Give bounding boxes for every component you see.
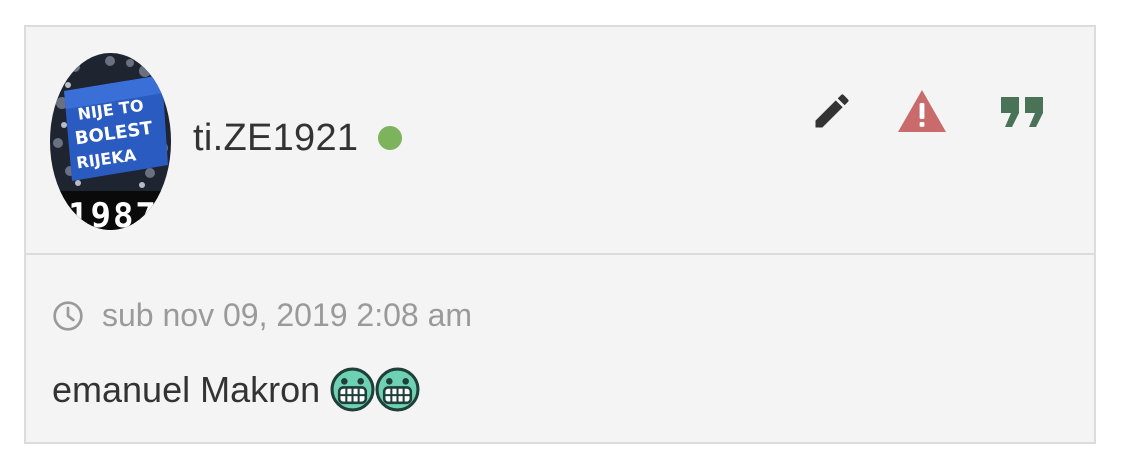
report-button[interactable] [898, 87, 946, 135]
clock-icon [53, 300, 83, 331]
avatar-image: NIJE TO BOLEST RIJEKA 1987 [50, 53, 171, 230]
post-timestamp: sub nov 09, 2019 2:08 am [102, 297, 473, 333]
username[interactable]: ti.ZE1921 [193, 117, 358, 160]
pencil-icon [815, 94, 849, 128]
quote-button[interactable] [998, 87, 1046, 135]
quote-icon [1001, 97, 1043, 127]
post-content: emanuel Makron [52, 367, 420, 412]
post-meta: sub nov 09, 2019 2:08 am [52, 297, 472, 334]
smilies [330, 367, 420, 412]
post-card: NIJE TO BOLEST RIJEKA 1987 ti.ZE1921 sub… [24, 25, 1096, 444]
edit-button[interactable] [808, 87, 856, 135]
post-header: NIJE TO BOLEST RIJEKA 1987 ti.ZE1921 [26, 27, 1094, 255]
warning-icon [898, 90, 946, 132]
grin-smiley-icon [330, 367, 375, 412]
post-body: sub nov 09, 2019 2:08 am emanuel Makron [26, 255, 1094, 442]
avatar[interactable]: NIJE TO BOLEST RIJEKA 1987 [50, 53, 171, 230]
post-text: emanuel Makron [52, 368, 321, 410]
online-status-icon [378, 126, 402, 150]
avatar-number: 1987 [68, 196, 158, 230]
grin-smiley-icon [375, 367, 420, 412]
